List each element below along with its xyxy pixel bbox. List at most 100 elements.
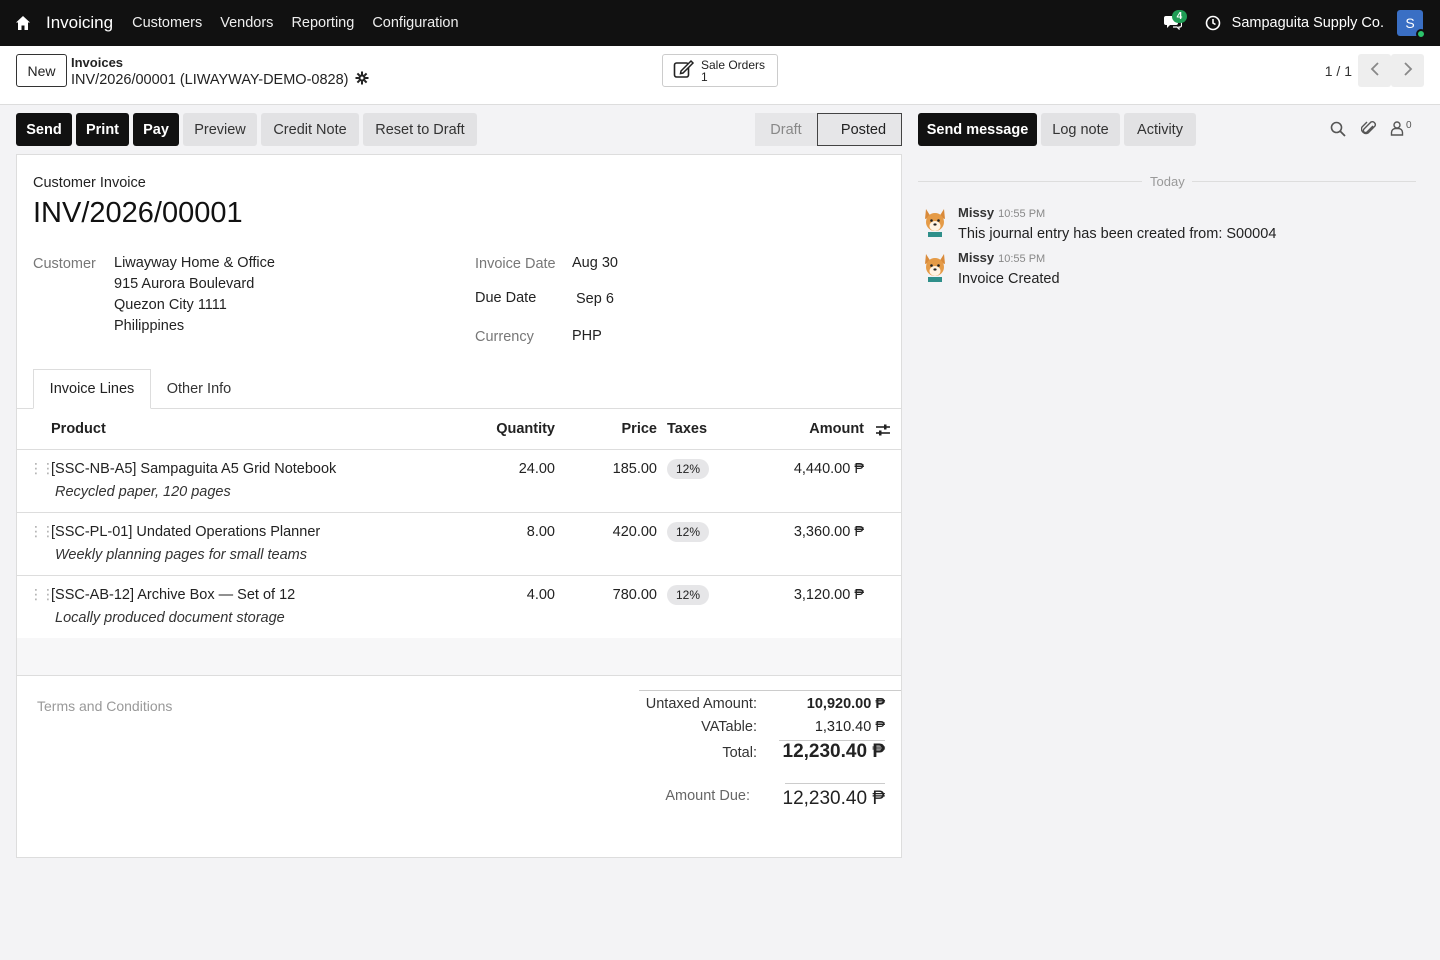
line-quantity: 4.00 <box>526 587 555 603</box>
author-name: Missy <box>958 250 995 265</box>
line-amount: 3,360.00 ₱ <box>793 524 864 540</box>
send-button[interactable]: Send <box>16 113 72 146</box>
top-navbar: Invoicing Customers Vendors Reporting Co… <box>0 0 1440 46</box>
line-price: 420.00 <box>612 524 657 540</box>
preview-button[interactable]: Preview <box>183 113 257 146</box>
breadcrumb-parent[interactable]: Invoices <box>71 55 123 70</box>
invoice-form-sheet: Customer Invoice INV/2026/00001 Customer… <box>16 154 902 858</box>
table-row[interactable]: ⋮⋮ [SSC-NB-A5] Sampaguita A5 Grid Notebo… <box>17 450 901 513</box>
new-button[interactable]: New <box>16 54 67 87</box>
totals-divider <box>639 690 901 691</box>
user-avatar[interactable]: S <box>1397 10 1426 39</box>
smart-button-count: 1 <box>701 69 708 84</box>
line-description: Locally produced document storage <box>55 610 285 626</box>
online-status-dot <box>1416 29 1426 39</box>
amount-due-value: 12,230.40 ₱ <box>782 788 885 809</box>
currency-value[interactable]: PHP <box>572 326 602 347</box>
message-author[interactable]: Missy 10:55 PM <box>958 250 1045 265</box>
followers-button[interactable]: 0 <box>1390 119 1418 139</box>
invoice-number: INV/2026/00001 <box>33 197 243 229</box>
line-tax-badge: 12% <box>667 522 710 542</box>
pager-next-button[interactable] <box>1391 54 1424 87</box>
total-value: 12,230.40 ₱ <box>782 741 885 762</box>
optional-columns-icon[interactable] <box>875 422 891 442</box>
due-date-label: Due Date <box>475 290 537 306</box>
message-body: Invoice Created <box>958 271 1060 287</box>
customer-address-line: Quezon City 1111 <box>114 297 227 313</box>
menu-vendors[interactable]: Vendors <box>211 15 282 31</box>
drag-handle-icon[interactable]: ⋮⋮ <box>29 460 55 477</box>
line-product: [SSC-AB-12] Archive Box — Set of 12 <box>51 587 296 603</box>
company-switcher[interactable]: Sampaguita Supply Co. <box>1232 15 1384 31</box>
author-avatar[interactable] <box>922 252 948 282</box>
home-icon[interactable] <box>0 0 46 46</box>
user-initial: S <box>1405 15 1415 31</box>
line-quantity: 8.00 <box>526 524 555 540</box>
empty-table-row <box>17 638 901 676</box>
credit-note-button[interactable]: Credit Note <box>261 113 359 146</box>
due-date-value[interactable]: Sep 6 <box>576 289 614 310</box>
amount-due-label: Amount Due: <box>665 788 750 804</box>
table-row[interactable]: ⋮⋮ [SSC-AB-12] Archive Box — Set of 12 L… <box>17 576 901 639</box>
activity-button[interactable]: Activity <box>1124 113 1196 146</box>
status-bar: Draft Posted <box>755 113 902 146</box>
drag-handle-icon[interactable]: ⋮⋮ <box>29 586 55 603</box>
author-avatar[interactable] <box>922 207 948 237</box>
pager-value[interactable]: 1 / 1 <box>1325 63 1352 79</box>
customer-address-line: Philippines <box>114 318 185 334</box>
message-time: 10:55 PM <box>998 253 1046 265</box>
table-row[interactable]: ⋮⋮ [SSC-PL-01] Undated Operations Planne… <box>17 513 901 576</box>
print-button[interactable]: Print <box>76 113 129 146</box>
paperclip-icon[interactable] <box>1359 119 1379 139</box>
column-header-price[interactable]: Price <box>622 421 657 437</box>
message-body: This journal entry has been created from… <box>958 226 1277 242</box>
status-posted[interactable]: Posted <box>817 113 902 146</box>
menu-customers[interactable]: Customers <box>123 15 211 31</box>
send-message-button[interactable]: Send message <box>918 113 1037 146</box>
terms-and-conditions-field[interactable]: Terms and Conditions <box>37 698 172 714</box>
tab-other-info[interactable]: Other Info <box>151 369 247 409</box>
activity-clock-icon[interactable] <box>1202 12 1224 34</box>
smart-button-label: Sale Orders <box>701 57 766 72</box>
line-price: 780.00 <box>612 587 657 603</box>
drag-handle-icon[interactable]: ⋮⋮ <box>29 523 55 540</box>
column-header-product[interactable]: Product <box>51 421 106 437</box>
messaging-button[interactable]: 4 <box>1158 8 1188 38</box>
invoice-date-label: Invoice Date <box>475 256 556 272</box>
column-header-quantity[interactable]: Quantity <box>496 421 555 437</box>
followers-count: 0 <box>1406 119 1412 131</box>
log-note-button[interactable]: Log note <box>1041 113 1120 146</box>
line-product: [SSC-PL-01] Undated Operations Planner <box>51 524 321 540</box>
invoice-type-label: Customer Invoice <box>33 175 146 191</box>
amount-due-divider <box>785 783 885 784</box>
untaxed-amount-value: 10,920.00 ₱ <box>806 696 885 712</box>
control-panel: New Invoices INV/2026/00001 (LIWAYWAY-DE… <box>0 46 1440 105</box>
message-time: 10:55 PM <box>998 208 1046 220</box>
menu-reporting[interactable]: Reporting <box>282 15 363 31</box>
pay-button[interactable]: Pay <box>133 113 179 146</box>
menu-configuration[interactable]: Configuration <box>363 15 467 31</box>
sale-orders-smart-button[interactable]: Sale Orders 1 <box>662 54 778 87</box>
total-label: Total: <box>722 745 757 761</box>
vatable-value: 1,310.40 ₱ <box>814 719 885 735</box>
message-author[interactable]: Missy 10:55 PM <box>958 205 1045 220</box>
invoice-date-value[interactable]: Aug 30 <box>572 253 618 274</box>
column-header-amount[interactable]: Amount <box>809 421 864 437</box>
pager-previous-button[interactable] <box>1358 54 1391 87</box>
status-draft[interactable]: Draft <box>755 113 817 146</box>
vatable-label: VATable: <box>701 719 757 735</box>
line-tax-badge: 12% <box>667 459 710 479</box>
date-separator-line <box>918 181 1142 182</box>
search-icon[interactable] <box>1328 119 1348 139</box>
tab-invoice-lines[interactable]: Invoice Lines <box>33 369 151 409</box>
app-name[interactable]: Invoicing <box>46 13 113 33</box>
line-tax-badge: 12% <box>667 585 710 605</box>
column-header-taxes[interactable]: Taxes <box>667 421 707 437</box>
breadcrumb-current: INV/2026/00001 (LIWAYWAY-DEMO-0828) <box>71 71 369 89</box>
gear-icon[interactable] <box>355 71 369 89</box>
customer-address-line: 915 Aurora Boulevard <box>114 276 255 292</box>
author-name: Missy <box>958 205 995 220</box>
reset-to-draft-button[interactable]: Reset to Draft <box>363 113 477 146</box>
edit-document-icon <box>673 59 695 82</box>
customer-name[interactable]: Liwayway Home & Office <box>114 253 275 274</box>
